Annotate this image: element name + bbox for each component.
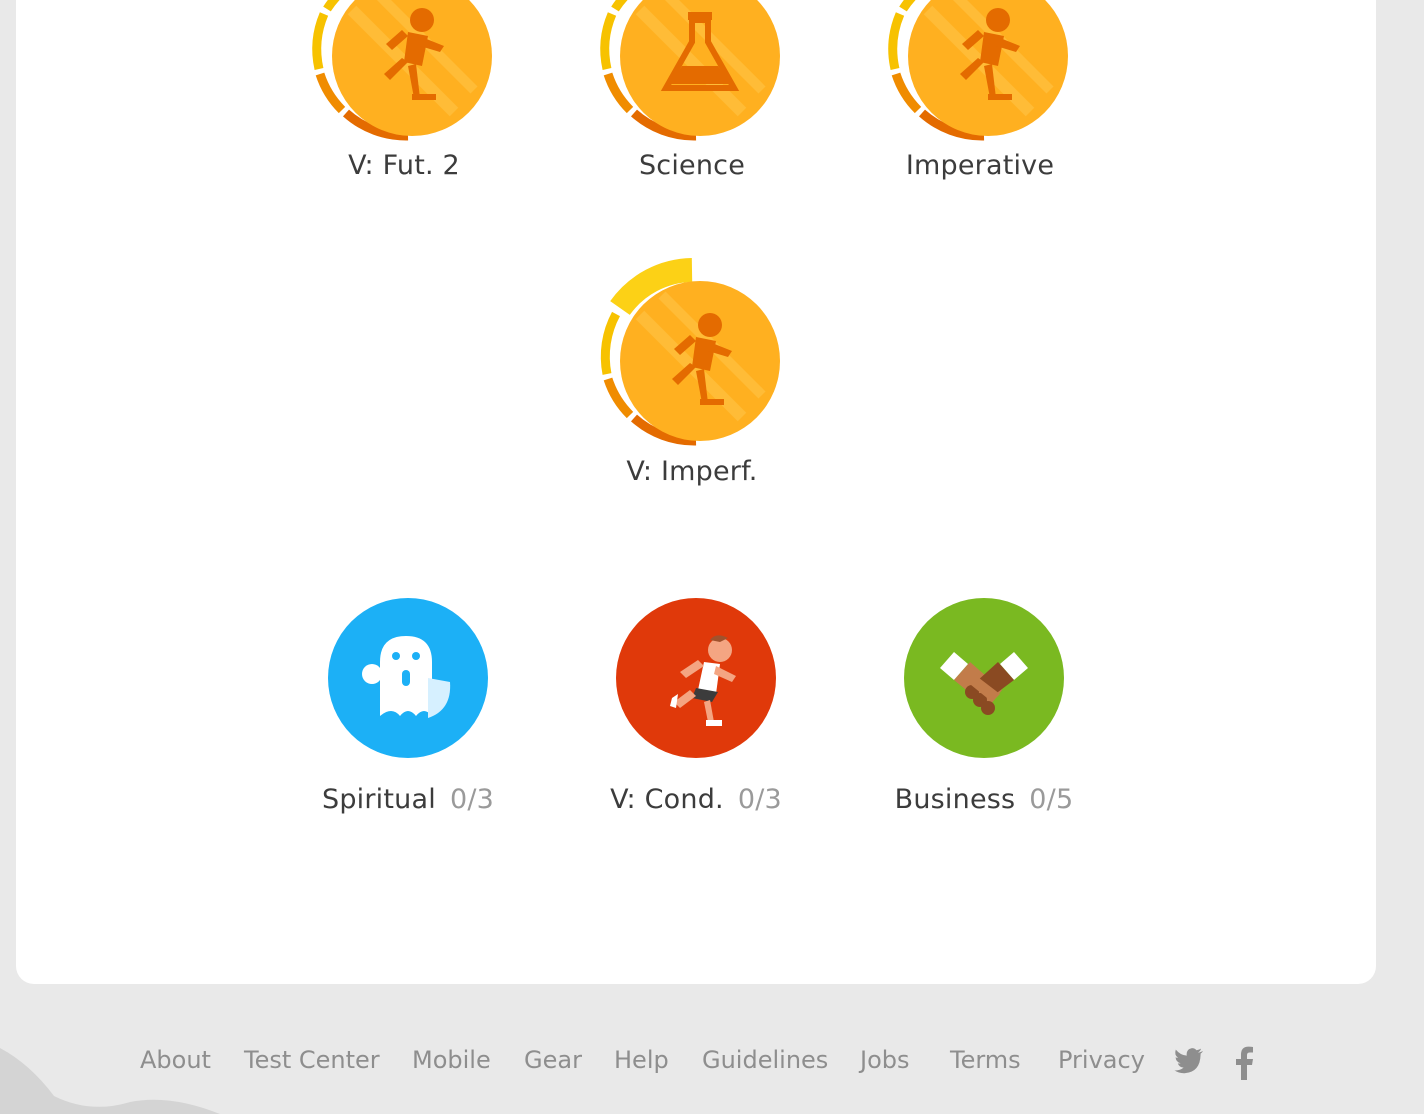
skill-name: V: Fut. 2: [348, 150, 460, 181]
footer-link-privacy[interactable]: Privacy: [1058, 1046, 1145, 1074]
twitter-icon[interactable]: [1174, 1048, 1204, 1078]
skill-label: V: Imperf.: [572, 456, 812, 487]
skill-progress-count: 0/5: [1029, 784, 1074, 815]
skill-circle: [616, 598, 776, 758]
skill-v-imperf[interactable]: V: Imperf.: [572, 256, 812, 487]
gold-medal-ring: [600, 258, 780, 446]
skill-progress-count: 0/3: [737, 784, 782, 815]
skill-name: V: Imperf.: [626, 456, 758, 487]
page: V: Fut. 2 Science Imperative V: Imperf. …: [0, 0, 1424, 1114]
skill-circle: [328, 598, 488, 758]
skill-label: V: Cond. 0/3: [546, 784, 846, 815]
gold-medal-ring: [600, 0, 780, 141]
skill-name: Science: [638, 150, 746, 181]
skill-label: Business 0/5: [834, 784, 1134, 815]
gold-medal-ring: [312, 0, 492, 141]
footer-link-terms[interactable]: Terms: [950, 1046, 1021, 1074]
skill-name: Imperative: [905, 150, 1055, 181]
skill-spiritual[interactable]: Spiritual 0/3: [258, 598, 558, 815]
skill-name: Business: [894, 784, 1016, 815]
skill-tree-card: V: Fut. 2 Science Imperative V: Imperf. …: [16, 0, 1376, 984]
skill-circle: [904, 598, 1064, 758]
skill-label: Science: [572, 150, 812, 181]
footer-link-mobile[interactable]: Mobile: [412, 1046, 491, 1074]
skill-v-fut-2[interactable]: V: Fut. 2: [284, 0, 524, 181]
footer-link-test-center[interactable]: Test Center: [244, 1046, 380, 1074]
footer-link-guidelines[interactable]: Guidelines: [702, 1046, 828, 1074]
skill-label: V: Fut. 2: [284, 150, 524, 181]
skill-icon-gold: [304, 0, 504, 150]
gold-medal-ring: [888, 0, 1068, 141]
footer-link-help[interactable]: Help: [614, 1046, 669, 1074]
skill-v-cond[interactable]: V: Cond. 0/3: [546, 598, 846, 815]
skill-icon-gold: [592, 256, 792, 456]
skill-progress-count: 0/3: [449, 784, 494, 815]
footer: About Test Center Mobile Gear Help Guide…: [0, 1046, 1424, 1086]
footer-link-about[interactable]: About: [140, 1046, 211, 1074]
footer-link-jobs[interactable]: Jobs: [860, 1046, 910, 1074]
skill-label: Spiritual 0/3: [258, 784, 558, 815]
footer-link-gear[interactable]: Gear: [524, 1046, 582, 1074]
skill-icon-gold: [880, 0, 1080, 150]
skill-imperative[interactable]: Imperative: [860, 0, 1100, 181]
skill-name: V: Cond.: [610, 784, 724, 815]
skill-icon-blue: [328, 598, 488, 778]
skill-science[interactable]: Science: [572, 0, 812, 181]
skill-icon-gold: [592, 0, 792, 150]
skill-icon-red: [616, 598, 776, 778]
facebook-icon[interactable]: [1234, 1046, 1254, 1084]
skill-icon-green: [904, 598, 1064, 778]
skill-business[interactable]: Business 0/5: [834, 598, 1134, 815]
skill-name: Spiritual: [322, 784, 436, 815]
skill-label: Imperative: [860, 150, 1100, 181]
